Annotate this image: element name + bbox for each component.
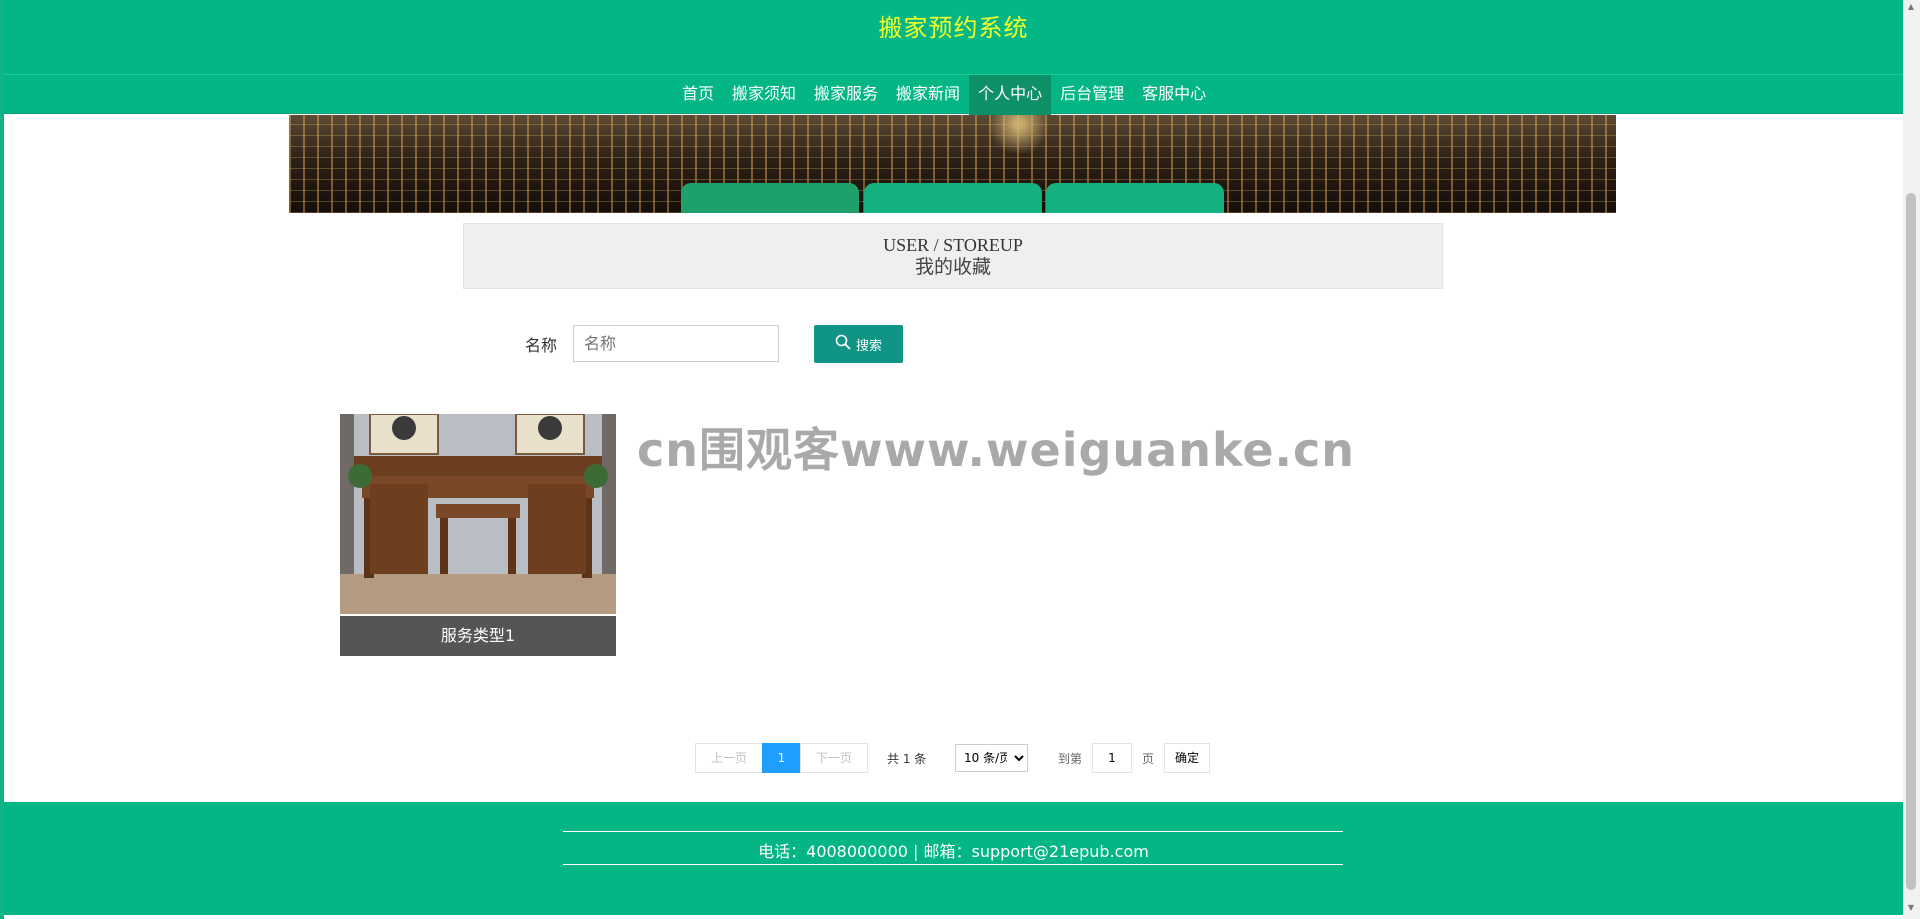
search-label: 名称 xyxy=(525,336,558,355)
banner-image xyxy=(289,115,1616,213)
footer-divider xyxy=(563,831,1343,832)
search-button[interactable]: 搜索 xyxy=(814,325,903,363)
footer-divider xyxy=(563,864,1343,865)
goto-label: 到第 xyxy=(1058,752,1083,766)
site-title: 搬家预约系统 xyxy=(878,14,1029,42)
scroll-down-arrow-icon[interactable]: ▼ xyxy=(1906,903,1916,912)
nav-item-customer-service[interactable]: 客服中心 xyxy=(1133,75,1215,115)
header: 搬家预约系统 xyxy=(4,0,1903,74)
footer-contact: 电话：4008000000 | 邮箱：support@21epub.com xyxy=(758,842,1149,861)
goto-page-input[interactable] xyxy=(1092,743,1132,773)
banner-tab xyxy=(681,183,859,213)
page-size-select[interactable]: 10 条/页 20 条/页 30 条/页 40 条/页 50 条/页 xyxy=(955,744,1028,772)
nav-item-moving-notice[interactable]: 搬家须知 xyxy=(723,75,805,115)
section-title-cn: 我的收藏 xyxy=(914,257,991,278)
watermark-text: cn围观客www.weiguanke.cn xyxy=(637,423,1356,477)
total-count: 共 1 条 xyxy=(887,752,927,766)
prev-page-button[interactable]: 上一页 xyxy=(695,743,763,773)
banner-tab xyxy=(864,183,1042,213)
scrollbar-thumb[interactable] xyxy=(1906,193,1916,890)
next-page-button[interactable]: 下一页 xyxy=(800,743,868,773)
favorite-image xyxy=(340,414,616,614)
goto-confirm-button[interactable]: 确定 xyxy=(1164,743,1210,773)
nav-item-home[interactable]: 首页 xyxy=(673,75,723,115)
banner-tab xyxy=(1046,183,1224,213)
nav-item-admin[interactable]: 后台管理 xyxy=(1051,75,1133,115)
current-page[interactable]: 1 xyxy=(762,743,801,773)
section-header: USER / STOREUP 我的收藏 xyxy=(463,223,1443,289)
section-title-en: USER / STOREUP xyxy=(883,235,1023,255)
scroll-up-arrow-icon[interactable]: ▲ xyxy=(1906,2,1916,11)
nav-item-moving-news[interactable]: 搬家新闻 xyxy=(887,75,969,115)
search-input[interactable] xyxy=(573,325,779,362)
search-icon xyxy=(835,334,851,354)
footer: 电话：4008000000 | 邮箱：support@21epub.com xyxy=(4,802,1903,915)
page-suffix: 页 xyxy=(1142,752,1155,766)
nav-bar: 首页 搬家须知 搬家服务 搬家新闻 个人中心 后台管理 客服中心 xyxy=(4,74,1903,115)
favorite-card[interactable]: 服务类型1 xyxy=(340,414,616,656)
favorite-caption[interactable]: 服务类型1 xyxy=(340,616,616,656)
search-button-label: 搜索 xyxy=(855,338,882,354)
page: 搬家预约系统 首页 搬家须知 搬家服务 搬家新闻 个人中心 后台管理 客服中心 … xyxy=(0,0,1903,919)
nav-item-moving-service[interactable]: 搬家服务 xyxy=(805,75,887,115)
nav-menu: 首页 搬家须知 搬家服务 搬家新闻 个人中心 后台管理 客服中心 xyxy=(673,75,1215,115)
nav-item-personal-center[interactable]: 个人中心 xyxy=(969,75,1052,115)
left-border xyxy=(0,0,4,919)
